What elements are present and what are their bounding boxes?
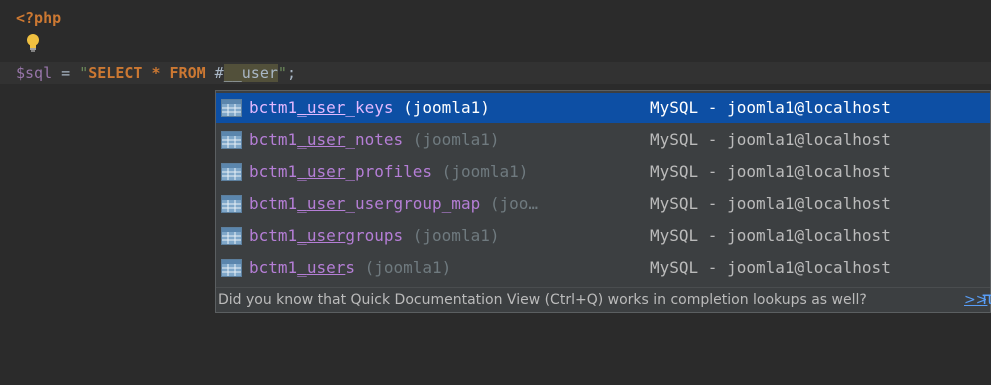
- table-name-prefix: bctm1: [249, 226, 298, 245]
- code-editor[interactable]: <?php $sql = "SELECT * FROM #__user"; bc…: [0, 0, 991, 385]
- schema-label: (joomla1): [403, 226, 500, 245]
- datasource-label: MySQL - joomla1@localhost: [650, 194, 891, 213]
- completion-item[interactable]: bctm1_user_keys (joomla1) MySQL - joomla1…: [216, 93, 990, 123]
- table-name: bctm1_users (joomla1): [249, 253, 451, 283]
- completion-item[interactable]: bctm1_user_notes (joomla1) MySQL - joomla…: [216, 125, 990, 155]
- table-name-prefix: bctm1: [249, 130, 298, 149]
- table-name-rest: _usergroup_map: [345, 194, 481, 213]
- pi-icon[interactable]: π: [982, 287, 991, 312]
- table-name-match: user: [306, 226, 346, 245]
- datasource-label: MySQL - joomla1@localhost: [650, 130, 891, 149]
- semicolon: ;: [286, 64, 296, 82]
- sql-variable: $sql: [16, 64, 53, 82]
- table-name-match: user: [306, 130, 346, 149]
- table-name-sep: _: [297, 194, 307, 213]
- table-name-prefix: bctm1: [249, 98, 298, 117]
- table-name: bctm1_usergroups (joomla1): [249, 221, 499, 251]
- table-name-sep: _: [297, 226, 307, 245]
- completion-item[interactable]: bctm1_user_usergroup_map (joo… MySQL - jo…: [216, 189, 990, 219]
- table-name-match: user: [306, 98, 346, 117]
- completion-item[interactable]: bctm1_user_profiles (joomla1) MySQL - joo…: [216, 157, 990, 187]
- table-name-rest: _notes: [345, 130, 404, 149]
- keyword-from: FROM: [169, 64, 206, 82]
- schema-label: (joomla1): [393, 98, 490, 117]
- table-name-sep: _: [297, 162, 307, 181]
- table-name: bctm1_user_keys (joomla1): [249, 93, 490, 123]
- schema-label: (joo…: [480, 194, 538, 213]
- table-name-sep: _: [297, 130, 307, 149]
- datasource-label: MySQL - joomla1@localhost: [650, 162, 891, 181]
- table-icon: [221, 163, 242, 181]
- table-name-prefix: bctm1: [249, 258, 298, 277]
- table-name-match: user: [306, 194, 346, 213]
- assign-operator: =: [52, 64, 80, 82]
- table-prefix-hash: #: [205, 64, 224, 82]
- schema-label: (joomla1): [432, 162, 529, 181]
- table-name-sep: _: [297, 98, 307, 117]
- star: *: [142, 64, 170, 82]
- typed-text: user: [241, 64, 278, 82]
- table-name: bctm1_user_profiles (joomla1): [249, 157, 528, 187]
- table-name-rest: groups: [345, 226, 404, 245]
- schema-label: (joomla1): [403, 130, 500, 149]
- code-line-1[interactable]: <?php: [0, 7, 991, 29]
- table-icon: [221, 99, 242, 117]
- lightbulb-icon[interactable]: [25, 33, 41, 53]
- table-name-rest: s: [345, 258, 355, 277]
- table-name-rest: _keys: [345, 98, 394, 117]
- table-icon: [221, 259, 242, 277]
- caret-gap: __: [223, 64, 242, 82]
- table-name-sep: _: [297, 258, 307, 277]
- php-open-tag: <?php: [16, 9, 62, 27]
- table-name-rest: _profiles: [345, 162, 433, 181]
- datasource-label: MySQL - joomla1@localhost: [650, 258, 891, 277]
- table-name-match: user: [306, 162, 346, 181]
- quote-close: ": [277, 64, 287, 82]
- completion-item[interactable]: bctm1_users (joomla1) MySQL - joomla1@loc…: [216, 253, 990, 283]
- quote-open: ": [79, 64, 89, 82]
- table-name: bctm1_user_usergroup_map (joo…: [249, 189, 538, 219]
- table-icon: [221, 227, 242, 245]
- completion-item[interactable]: bctm1_usergroups (joomla1) MySQL - joomla…: [216, 221, 990, 251]
- table-name-prefix: bctm1: [249, 162, 298, 181]
- table-icon: [221, 131, 242, 149]
- completion-popup[interactable]: bctm1_user_keys (joomla1) MySQL - joomla1…: [215, 90, 991, 313]
- tip-text: Did you know that Quick Documentation Vi…: [218, 292, 867, 308]
- table-icon: [221, 195, 242, 213]
- schema-label: (joomla1): [354, 258, 452, 277]
- datasource-label: MySQL - joomla1@localhost: [650, 98, 891, 117]
- table-name: bctm1_user_notes (joomla1): [249, 125, 499, 155]
- code-line-3[interactable]: $sql = "SELECT * FROM #__user";: [0, 62, 991, 84]
- completion-tip: Did you know that Quick Documentation Vi…: [216, 287, 991, 312]
- table-name-match: user: [306, 258, 346, 277]
- datasource-label: MySQL - joomla1@localhost: [650, 226, 891, 245]
- keyword-select: SELECT: [88, 64, 143, 82]
- table-name-prefix: bctm1: [249, 194, 298, 213]
